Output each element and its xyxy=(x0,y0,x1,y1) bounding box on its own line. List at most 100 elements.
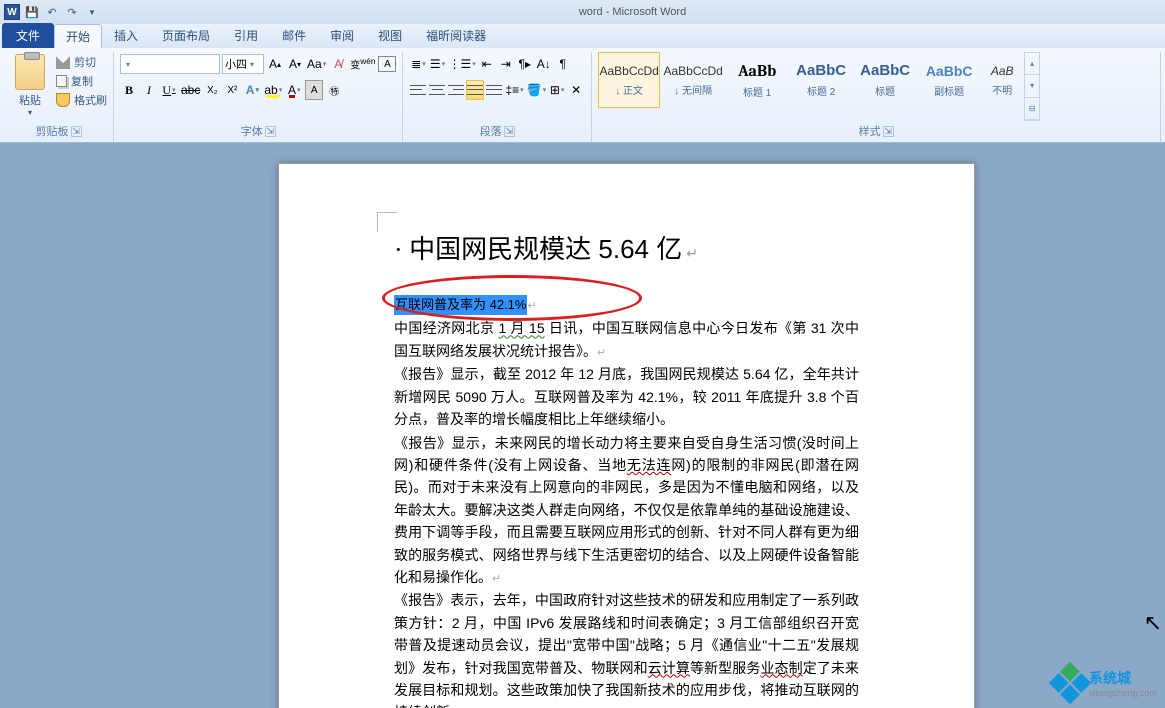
indent-dec-button[interactable]: ⇤ xyxy=(478,54,496,74)
align-right-button[interactable] xyxy=(447,80,465,100)
bullets-button[interactable]: ≣▾ xyxy=(409,54,427,74)
styles-gallery: AaBbCcDd↓ 正文 AaBbCcDd↓ 无间隔 AaBb标题 1 AaBb… xyxy=(598,52,1022,121)
tab-review[interactable]: 审阅 xyxy=(318,23,366,48)
brush-icon xyxy=(56,93,70,107)
styles-launcher-icon[interactable]: ⇲ xyxy=(883,126,894,137)
distribute-button[interactable] xyxy=(485,80,503,100)
enclose-char-button[interactable]: ㊕ xyxy=(325,80,343,100)
format-painter-button[interactable]: 格式刷 xyxy=(56,92,107,108)
watermark-brand: 系统城 xyxy=(1089,668,1157,688)
paragraph-launcher-icon[interactable]: ⇲ xyxy=(504,126,515,137)
ribbon-tabs: 文件 开始 插入 页面布局 引用 邮件 审阅 视图 福昕阅读器 xyxy=(0,24,1165,48)
shrink-font-button[interactable]: A▾ xyxy=(286,54,304,74)
style-title[interactable]: AaBbC标题 xyxy=(854,52,916,108)
char-border-button[interactable]: A xyxy=(378,56,396,72)
paragraph-2[interactable]: 《报告》显示，截至 2012 年 12 月底，我国网民规模达 5.64 亿，全年… xyxy=(394,363,859,430)
grow-font-button[interactable]: A▴ xyxy=(266,54,284,74)
strike-button[interactable]: abc xyxy=(180,80,201,100)
phonetic-guide-button[interactable]: 变wén xyxy=(349,54,376,74)
tab-mailings[interactable]: 邮件 xyxy=(270,23,318,48)
paste-button[interactable]: 粘贴 ▾ xyxy=(10,52,50,117)
sort-button[interactable]: A↓ xyxy=(535,54,553,74)
tab-foxit[interactable]: 福昕阅读器 xyxy=(414,23,498,48)
ribbon: 粘贴 ▾ 剪切 复制 格式刷 剪贴板⇲ ▾ 小四▾ A▴ A▾ Aa▾ A̸ xyxy=(0,48,1165,143)
window-title: word - Microsoft Word xyxy=(100,6,1165,18)
document-title[interactable]: 中国网民规模达 5.64 亿↵ xyxy=(394,229,859,271)
line-spacing-button[interactable]: ‡≡▾ xyxy=(504,80,524,100)
document-area[interactable]: 中国网民规模达 5.64 亿↵ 互联网普及率为 42.1%↵ 中国经济网北京 1… xyxy=(0,143,1165,708)
paste-icon xyxy=(15,54,45,90)
change-case-button[interactable]: Aa▾ xyxy=(306,54,327,74)
font-launcher-icon[interactable]: ⇲ xyxy=(265,126,276,137)
shading-button[interactable]: 🪣▾ xyxy=(526,80,547,100)
font-size-combo[interactable]: 小四▾ xyxy=(222,54,264,74)
title-bar: W 💾 ↶ ↷ ▼ word - Microsoft Word xyxy=(0,0,1165,24)
indent-inc-button[interactable]: ⇥ xyxy=(497,54,515,74)
page-content[interactable]: 中国网民规模达 5.64 亿↵ 互联网普及率为 42.1%↵ 中国经济网北京 1… xyxy=(279,164,974,708)
bold-button[interactable]: B xyxy=(120,80,138,100)
paragraph-3[interactable]: 《报告》显示，未来网民的增长动力将主要来自受自身生活习惯(没时间上网)和硬件条件… xyxy=(394,432,859,589)
cut-icon xyxy=(56,55,70,69)
style-no-spacing[interactable]: AaBbCcDd↓ 无间隔 xyxy=(662,52,724,108)
multilevel-button[interactable]: ⋮☰▾ xyxy=(447,54,476,74)
group-styles: AaBbCcDd↓ 正文 AaBbCcDd↓ 无间隔 AaBb标题 1 AaBb… xyxy=(592,52,1161,142)
copy-icon xyxy=(56,75,67,87)
align-center-button[interactable] xyxy=(428,80,446,100)
paragraph-1[interactable]: 中国经济网北京 1 月 15 日讯，中国互联网信息中心今日发布《第 31 次中国… xyxy=(394,317,859,362)
qat-redo-icon[interactable]: ↷ xyxy=(64,4,80,20)
clipboard-launcher-icon[interactable]: ⇲ xyxy=(71,126,82,137)
quick-access-toolbar: W 💾 ↶ ↷ ▼ xyxy=(0,4,100,20)
styles-label: 样式 xyxy=(859,123,881,139)
tab-file[interactable]: 文件 xyxy=(2,23,54,48)
tab-view[interactable]: 视图 xyxy=(366,23,414,48)
tab-references[interactable]: 引用 xyxy=(222,23,270,48)
margin-corner xyxy=(377,212,397,232)
highlight-button[interactable]: ab▾ xyxy=(263,80,283,100)
style-more[interactable]: AaB不明 xyxy=(982,52,1022,108)
tab-home[interactable]: 开始 xyxy=(54,24,102,48)
numbering-button[interactable]: ☰▾ xyxy=(428,54,446,74)
borders-button[interactable]: ⊞▾ xyxy=(548,80,566,100)
superscript-button[interactable]: X² xyxy=(223,80,241,100)
align-left-button[interactable] xyxy=(409,80,427,100)
style-subtitle[interactable]: AaBbC副标题 xyxy=(918,52,980,108)
document-subtitle-selected[interactable]: 互联网普及率为 42.1% xyxy=(394,295,527,316)
clear-format-button[interactable]: A̸ xyxy=(329,54,347,74)
copy-button[interactable]: 复制 xyxy=(56,73,107,89)
watermark: 系统城 xitongcheng.com xyxy=(1055,668,1157,698)
word-app-icon[interactable]: W xyxy=(4,4,20,20)
qat-save-icon[interactable]: 💾 xyxy=(24,4,40,20)
qat-undo-icon[interactable]: ↶ xyxy=(44,4,60,20)
snap-grid-button[interactable]: ✕ xyxy=(567,80,585,100)
cursor-indicator: ↖ xyxy=(1144,610,1162,636)
style-heading2[interactable]: AaBbC标题 2 xyxy=(790,52,852,108)
group-paragraph: ≣▾ ☰▾ ⋮☰▾ ⇤ ⇥ ¶▸ A↓ ¶ ‡≡▾ 🪣▾ xyxy=(403,52,592,142)
cut-button[interactable]: 剪切 xyxy=(56,54,107,70)
watermark-logo-icon xyxy=(1049,662,1091,704)
clipboard-label: 剪贴板 xyxy=(36,123,69,139)
font-name-combo[interactable]: ▾ xyxy=(120,54,220,74)
style-heading1[interactable]: AaBb标题 1 xyxy=(726,52,788,108)
tab-insert[interactable]: 插入 xyxy=(102,23,150,48)
paste-label: 粘贴 xyxy=(19,92,41,108)
text-effects-button[interactable]: A▾ xyxy=(243,80,261,100)
font-label: 字体 xyxy=(241,123,263,139)
group-clipboard: 粘贴 ▾ 剪切 复制 格式刷 剪贴板⇲ xyxy=(4,52,114,142)
group-font: ▾ 小四▾ A▴ A▾ Aa▾ A̸ 变wén A B I U▾ abc X₂ … xyxy=(114,52,403,142)
font-color-button[interactable]: A▾ xyxy=(285,80,303,100)
italic-button[interactable]: I xyxy=(140,80,158,100)
show-marks-button[interactable]: ¶ xyxy=(554,54,572,74)
paragraph-4[interactable]: 《报告》表示，去年，中国政府针对这些技术的研发和应用制定了一系列政策方针：2 月… xyxy=(394,589,859,708)
subscript-button[interactable]: X₂ xyxy=(203,80,221,100)
watermark-url: xitongcheng.com xyxy=(1089,688,1157,698)
underline-button[interactable]: U▾ xyxy=(160,80,178,100)
document-page[interactable]: 中国网民规模达 5.64 亿↵ 互联网普及率为 42.1%↵ 中国经济网北京 1… xyxy=(278,163,975,708)
ltr-button[interactable]: ¶▸ xyxy=(516,54,534,74)
tab-page-layout[interactable]: 页面布局 xyxy=(150,23,222,48)
qat-customize-icon[interactable]: ▼ xyxy=(84,4,100,20)
style-normal[interactable]: AaBbCcDd↓ 正文 xyxy=(598,52,660,108)
align-justify-button[interactable] xyxy=(466,80,484,100)
styles-scroll[interactable]: ▴▾⊟ xyxy=(1024,52,1040,121)
paragraph-label: 段落 xyxy=(480,123,502,139)
char-shading-button[interactable]: A xyxy=(305,80,323,100)
